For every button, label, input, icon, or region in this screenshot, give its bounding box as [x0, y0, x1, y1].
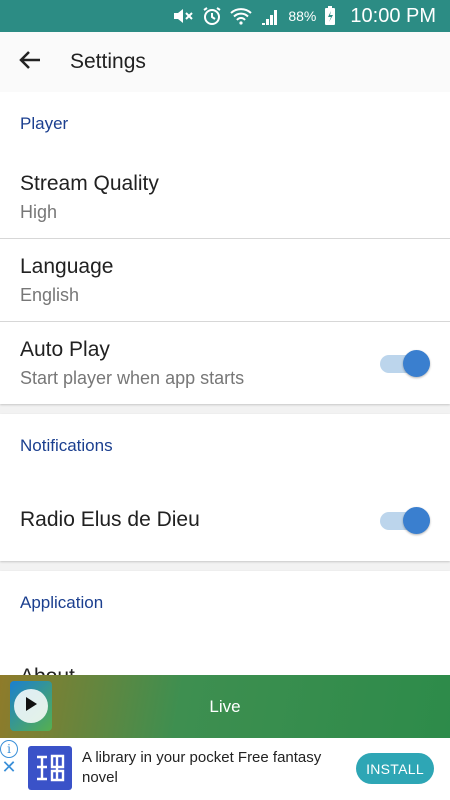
clock: 10:00 PM: [350, 4, 436, 27]
pref-title: About: [20, 665, 430, 676]
signal-icon: [260, 7, 280, 25]
pref-summary: High: [20, 201, 58, 222]
install-button[interactable]: INSTALL: [356, 753, 434, 784]
close-icon[interactable]: ✕: [0, 758, 18, 776]
mute-icon: [172, 7, 194, 25]
info-icon[interactable]: i: [0, 740, 18, 758]
application-section: Application About: [0, 571, 450, 675]
back-button[interactable]: [0, 32, 60, 92]
pref-language[interactable]: Language English: [0, 238, 450, 321]
pref-title: Radio Elus de Dieu: [20, 507, 200, 531]
ad-app-logo[interactable]: [28, 746, 72, 790]
pref-summary: Start player when app starts: [20, 367, 245, 388]
pref-summary: English: [20, 284, 80, 305]
mini-player[interactable]: Live: [0, 675, 450, 738]
battery-charging-icon: [324, 6, 336, 26]
section-title-player: Player: [20, 114, 69, 133]
notifications-section: Notifications Radio Elus de Dieu: [0, 414, 450, 561]
pref-title: Language: [20, 254, 114, 278]
auto-play-toggle[interactable]: [380, 348, 430, 378]
switch-thumb: [403, 350, 430, 377]
status-bar: 88% 10:00 PM: [0, 0, 450, 32]
switch-thumb: [403, 506, 430, 534]
arrow-left-icon: [19, 50, 41, 75]
ad-text[interactable]: A library in your pocket Free fantasy no…: [82, 748, 332, 788]
wifi-icon: [230, 7, 253, 25]
pref-radio-notifications[interactable]: Radio Elus de Dieu: [0, 478, 450, 561]
pref-title: Auto Play: [20, 337, 110, 361]
pref-stream-quality[interactable]: Stream Quality High: [0, 156, 450, 238]
player-section: Player Stream Quality High Language Engl…: [0, 92, 450, 404]
section-title-application: Application: [20, 593, 104, 612]
app-bar: Settings: [0, 32, 450, 92]
page-title: Settings: [70, 50, 146, 73]
section-title-notifications: Notifications: [20, 436, 113, 455]
ad-banner[interactable]: i ✕ A library in your pocket Free fantas…: [0, 738, 450, 800]
live-status: Live: [209, 696, 241, 716]
pref-title: Stream Quality: [20, 171, 159, 195]
pref-auto-play[interactable]: Auto Play Start player when app starts: [0, 321, 450, 404]
alarm-icon: [202, 6, 222, 26]
radio-notifications-toggle[interactable]: [380, 505, 430, 535]
battery-percent: 88%: [288, 8, 317, 24]
pref-about[interactable]: About: [0, 635, 450, 676]
settings-list[interactable]: Player Stream Quality High Language Engl…: [0, 92, 450, 675]
